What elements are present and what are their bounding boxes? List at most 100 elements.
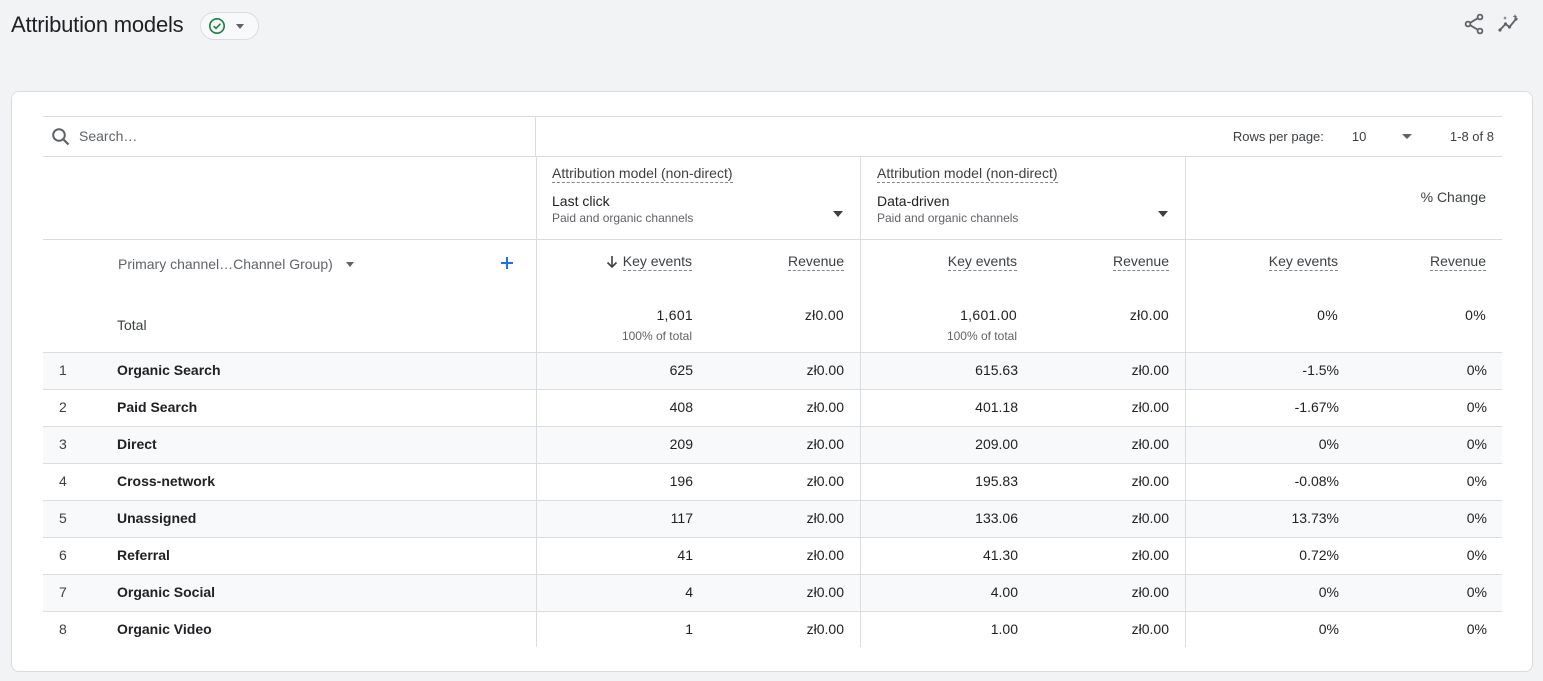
metric-header-revenue[interactable]: Revenue xyxy=(1386,253,1486,271)
check-circle-icon xyxy=(209,18,225,34)
model-label: Attribution model (non-direct) xyxy=(552,165,733,183)
row-channel-name[interactable]: Organic Social xyxy=(117,584,215,600)
row-value: zł0.00 xyxy=(806,399,844,415)
metric-header-key-events[interactable]: Key events xyxy=(917,253,1017,271)
model-selector-2[interactable]: Attribution model (non-direct) Data-driv… xyxy=(877,165,1058,225)
rows-per-page-label: Rows per page: xyxy=(1232,129,1324,144)
row-index: 1 xyxy=(59,362,67,378)
row-value: 0% xyxy=(1466,473,1487,489)
row-channel-name[interactable]: Organic Search xyxy=(117,362,221,378)
total-value: zł0.00 xyxy=(1129,307,1169,323)
status-chip[interactable] xyxy=(200,12,259,40)
row-value: zł0.00 xyxy=(1131,362,1169,378)
table-grid: Attribution model (non-direct) Last clic… xyxy=(43,157,1502,647)
chevron-down-icon[interactable] xyxy=(833,211,843,217)
total-value: 0% xyxy=(1317,307,1338,323)
metric-header-label: Key events xyxy=(1268,253,1338,271)
row-channel-name[interactable]: Unassigned xyxy=(117,510,196,526)
search-box xyxy=(43,117,536,156)
row-value: 196 xyxy=(669,473,693,489)
row-value: 4 xyxy=(685,584,693,600)
row-value: 1.00 xyxy=(990,621,1018,637)
total-label: Total xyxy=(117,317,147,333)
metric-header-label: Key events xyxy=(622,253,692,271)
row-value: zł0.00 xyxy=(806,510,844,526)
row-value: 4.00 xyxy=(990,584,1018,600)
row-value: 0% xyxy=(1466,621,1487,637)
row-value: 0% xyxy=(1318,621,1339,637)
row-value: 408 xyxy=(669,399,693,415)
insights-icon[interactable] xyxy=(1497,12,1521,36)
arrow-down-icon xyxy=(606,256,617,269)
row-value: zł0.00 xyxy=(1131,584,1169,600)
metric-header-key-events-sorted[interactable]: Key events xyxy=(603,253,692,271)
row-value: 0% xyxy=(1466,547,1487,563)
row-value: zł0.00 xyxy=(1131,547,1169,563)
row-value: 0.72% xyxy=(1299,547,1339,563)
row-channel-name[interactable]: Direct xyxy=(117,436,157,452)
model-selector-1[interactable]: Attribution model (non-direct) Last clic… xyxy=(552,165,733,225)
row-value: zł0.00 xyxy=(1131,473,1169,489)
page-title: Attribution models xyxy=(11,12,184,37)
row-value: 195.83 xyxy=(975,473,1018,489)
model-name: Last click xyxy=(552,193,610,209)
share-icon[interactable] xyxy=(1462,12,1486,36)
row-value: -0.08% xyxy=(1294,473,1339,489)
pagination: Rows per page: 10 1-8 of 8 xyxy=(1233,129,1494,144)
total-value: 1,601.00 xyxy=(960,307,1017,323)
row-index: 3 xyxy=(59,436,67,452)
total-percent: 100% of total xyxy=(621,329,692,343)
row-channel-name[interactable]: Referral xyxy=(117,547,170,563)
row-index: 7 xyxy=(59,584,67,600)
chevron-down-icon xyxy=(1401,134,1412,139)
metric-header-label: Key events xyxy=(947,253,1017,271)
row-value: 41.30 xyxy=(982,547,1018,563)
dimension-label: Primary channel…Channel Group) xyxy=(118,256,333,272)
total-percent: 100% of total xyxy=(946,329,1017,343)
row-value: -1.5% xyxy=(1302,362,1339,378)
row-value: 117 xyxy=(670,510,693,526)
total-value: 0% xyxy=(1465,307,1486,323)
row-value: 1 xyxy=(685,621,693,637)
row-value: 0% xyxy=(1466,362,1487,378)
row-value: 615.63 xyxy=(975,362,1018,378)
metric-header-label: Revenue xyxy=(1429,253,1486,271)
row-value: zł0.00 xyxy=(1131,436,1169,452)
row-value: 209 xyxy=(669,436,693,452)
metric-header-label: Revenue xyxy=(787,253,844,271)
data-table: Rows per page: 10 1-8 of 8 xyxy=(43,116,1502,647)
row-index: 8 xyxy=(59,621,67,637)
chevron-down-icon xyxy=(236,23,244,29)
row-index: 5 xyxy=(59,510,67,526)
row-channel-name[interactable]: Organic Video xyxy=(117,621,212,637)
row-value: 0% xyxy=(1318,436,1339,452)
row-channel-name[interactable]: Paid Search xyxy=(117,399,197,415)
row-value: zł0.00 xyxy=(1131,621,1169,637)
rows-per-page-select[interactable]: 10 xyxy=(1352,129,1420,144)
metric-header-revenue[interactable]: Revenue xyxy=(743,253,844,271)
metric-header-label: Revenue xyxy=(1112,253,1169,271)
row-value: 625 xyxy=(669,362,693,378)
model-label: Attribution model (non-direct) xyxy=(877,165,1058,183)
metric-header-key-events[interactable]: Key events xyxy=(1238,253,1338,271)
model-subtitle: Paid and organic channels xyxy=(552,211,694,225)
row-value: 13.73% xyxy=(1291,510,1339,526)
row-value: zł0.00 xyxy=(1131,399,1169,415)
row-value: zł0.00 xyxy=(806,584,844,600)
search-input[interactable] xyxy=(79,125,479,147)
row-value: 0% xyxy=(1466,584,1487,600)
row-value: 0% xyxy=(1466,510,1487,526)
dimension-selector[interactable]: Primary channel…Channel Group) xyxy=(118,256,354,272)
metric-header-revenue[interactable]: Revenue xyxy=(1068,253,1169,271)
row-channel-name[interactable]: Cross-network xyxy=(117,473,215,489)
row-value: 401.18 xyxy=(975,399,1018,415)
model-name: Data-driven xyxy=(877,193,950,209)
add-dimension-icon[interactable] xyxy=(500,256,514,270)
row-value: zł0.00 xyxy=(806,362,844,378)
row-value: zł0.00 xyxy=(806,621,844,637)
row-value: 41 xyxy=(677,547,693,563)
row-index: 4 xyxy=(59,473,67,489)
chevron-down-icon[interactable] xyxy=(1158,211,1168,217)
row-value: 133.06 xyxy=(975,510,1018,526)
row-value: zł0.00 xyxy=(806,436,844,452)
